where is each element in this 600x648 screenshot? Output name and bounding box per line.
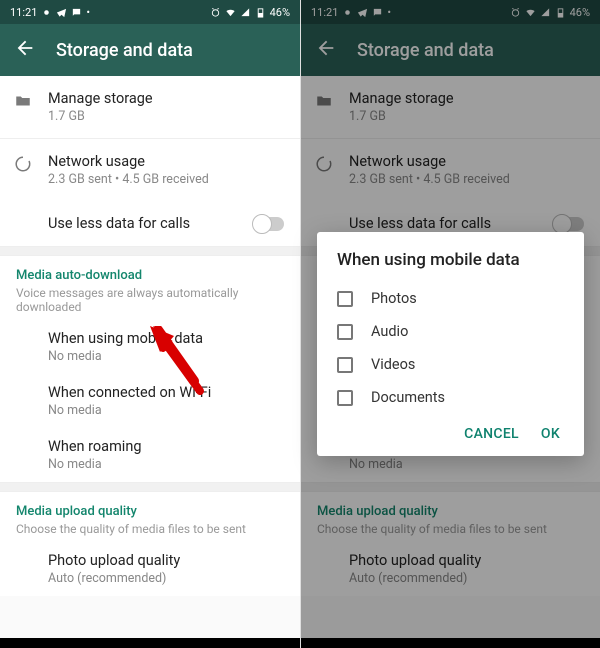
section-title: Media upload quality bbox=[16, 504, 284, 519]
signal-icon bbox=[240, 7, 251, 18]
checkbox[interactable] bbox=[337, 357, 353, 373]
pane-dialog: 11:21 • 46% Storage and data bbox=[300, 0, 600, 648]
page-title: Storage and data bbox=[56, 40, 193, 61]
checkbox[interactable] bbox=[337, 324, 353, 340]
option-label: Videos bbox=[371, 356, 415, 373]
mobile-data-title: When using mobile data bbox=[48, 330, 284, 347]
option-label: Photos bbox=[371, 290, 417, 307]
divider bbox=[0, 482, 300, 492]
roaming-item[interactable]: When roaming No media bbox=[0, 428, 300, 482]
network-usage-title: Network usage bbox=[48, 153, 284, 170]
manage-storage-title: Manage storage bbox=[48, 90, 284, 107]
option-photos[interactable]: Photos bbox=[337, 282, 564, 315]
dialog-title: When using mobile data bbox=[337, 250, 564, 270]
status-icon bbox=[41, 7, 52, 18]
option-videos[interactable]: Videos bbox=[337, 348, 564, 381]
battery-icon bbox=[255, 7, 266, 18]
mobile-data-item[interactable]: When using mobile data No media bbox=[0, 320, 300, 374]
chat-icon bbox=[71, 7, 82, 18]
option-label: Audio bbox=[371, 323, 408, 340]
roaming-sub: No media bbox=[48, 457, 284, 472]
section-sub: Choose the quality of media files to be … bbox=[16, 522, 284, 536]
ok-button[interactable]: OK bbox=[541, 426, 560, 442]
manage-storage-sub: 1.7 GB bbox=[48, 109, 284, 124]
media-download-section: Media auto-download Voice messages are a… bbox=[0, 256, 300, 320]
mobile-data-dialog: When using mobile data Photos Audio Vide… bbox=[317, 232, 584, 456]
nav-bar bbox=[0, 638, 300, 648]
roaming-title: When roaming bbox=[48, 438, 284, 455]
wifi-sub: No media bbox=[48, 403, 284, 418]
checkbox[interactable] bbox=[337, 291, 353, 307]
cancel-button[interactable]: CANCEL bbox=[464, 426, 519, 442]
checkbox[interactable] bbox=[337, 390, 353, 406]
data-usage-icon bbox=[14, 155, 32, 173]
dot-icon: • bbox=[86, 6, 90, 19]
section-title: Media auto-download bbox=[16, 268, 284, 283]
less-data-row[interactable]: Use less data for calls bbox=[0, 201, 300, 246]
alarm-icon bbox=[210, 7, 221, 18]
arrow-back-icon bbox=[14, 37, 36, 59]
wifi-icon bbox=[225, 7, 236, 18]
less-data-title: Use less data for calls bbox=[48, 215, 254, 232]
upload-quality-section: Media upload quality Choose the quality … bbox=[0, 492, 300, 542]
section-sub: Voice messages are always automatically … bbox=[16, 286, 284, 314]
photo-quality-item[interactable]: Photo upload quality Auto (recommended) bbox=[0, 542, 300, 596]
back-button[interactable] bbox=[14, 37, 36, 63]
less-data-toggle[interactable] bbox=[254, 217, 284, 231]
action-bar: Storage and data bbox=[0, 24, 300, 76]
wifi-title: When connected on Wi-Fi bbox=[48, 384, 284, 401]
divider bbox=[0, 246, 300, 256]
option-documents[interactable]: Documents bbox=[337, 381, 564, 414]
photo-quality-sub: Auto (recommended) bbox=[48, 571, 284, 586]
photo-quality-title: Photo upload quality bbox=[48, 552, 284, 569]
status-bar: 11:21 • 46% bbox=[0, 0, 300, 24]
wifi-item[interactable]: When connected on Wi-Fi No media bbox=[0, 374, 300, 428]
manage-storage-row[interactable]: Manage storage 1.7 GB bbox=[0, 76, 300, 138]
option-audio[interactable]: Audio bbox=[337, 315, 564, 348]
network-usage-sub: 2.3 GB sent • 4.5 GB received bbox=[48, 172, 284, 187]
folder-icon bbox=[14, 92, 32, 110]
network-usage-row[interactable]: Network usage 2.3 GB sent • 4.5 GB recei… bbox=[0, 138, 300, 201]
pane-settings: 11:21 • 46% Storage and data bbox=[0, 0, 300, 648]
mobile-data-sub: No media bbox=[48, 349, 284, 364]
option-label: Documents bbox=[371, 389, 445, 406]
status-time: 11:21 bbox=[10, 6, 37, 19]
telegram-icon bbox=[56, 7, 67, 18]
battery-pct: 46% bbox=[270, 6, 290, 19]
